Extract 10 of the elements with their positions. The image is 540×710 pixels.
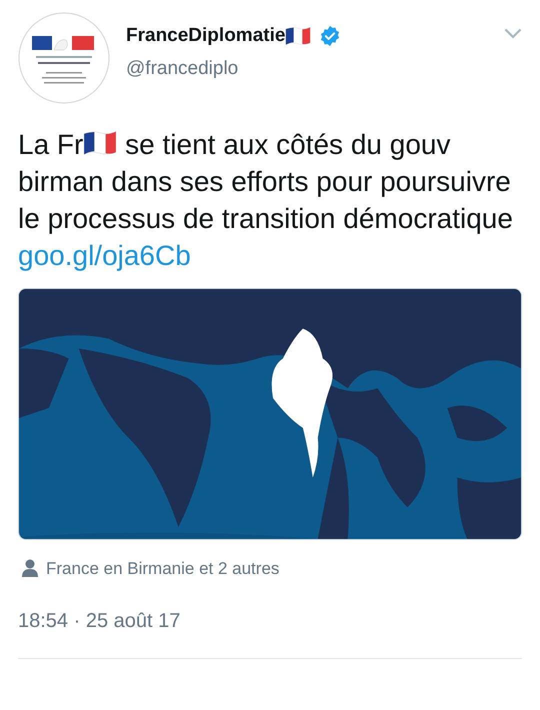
tweet-link[interactable]: goo.gl/oja6Cb bbox=[18, 240, 191, 271]
timestamp: 18:54 · 25 août 17 bbox=[18, 608, 182, 634]
person-icon bbox=[22, 559, 38, 578]
account-handle[interactable]: @francediplo bbox=[126, 54, 504, 83]
tweet-text: La Fr se tient aux côtés du gouv birman dans ses efforts pour poursuivre le processus de transition démocratique goo.gl/oja6Cb bbox=[18, 128, 514, 273]
avatar-logo[interactable] bbox=[18, 12, 110, 104]
account-name[interactable]: FranceDiplomatie bbox=[126, 22, 286, 50]
flag-icon bbox=[285, 26, 312, 46]
flag-icon bbox=[83, 130, 118, 156]
tagged-people-link[interactable]: France en Birmanie et 2 autres bbox=[46, 556, 280, 582]
